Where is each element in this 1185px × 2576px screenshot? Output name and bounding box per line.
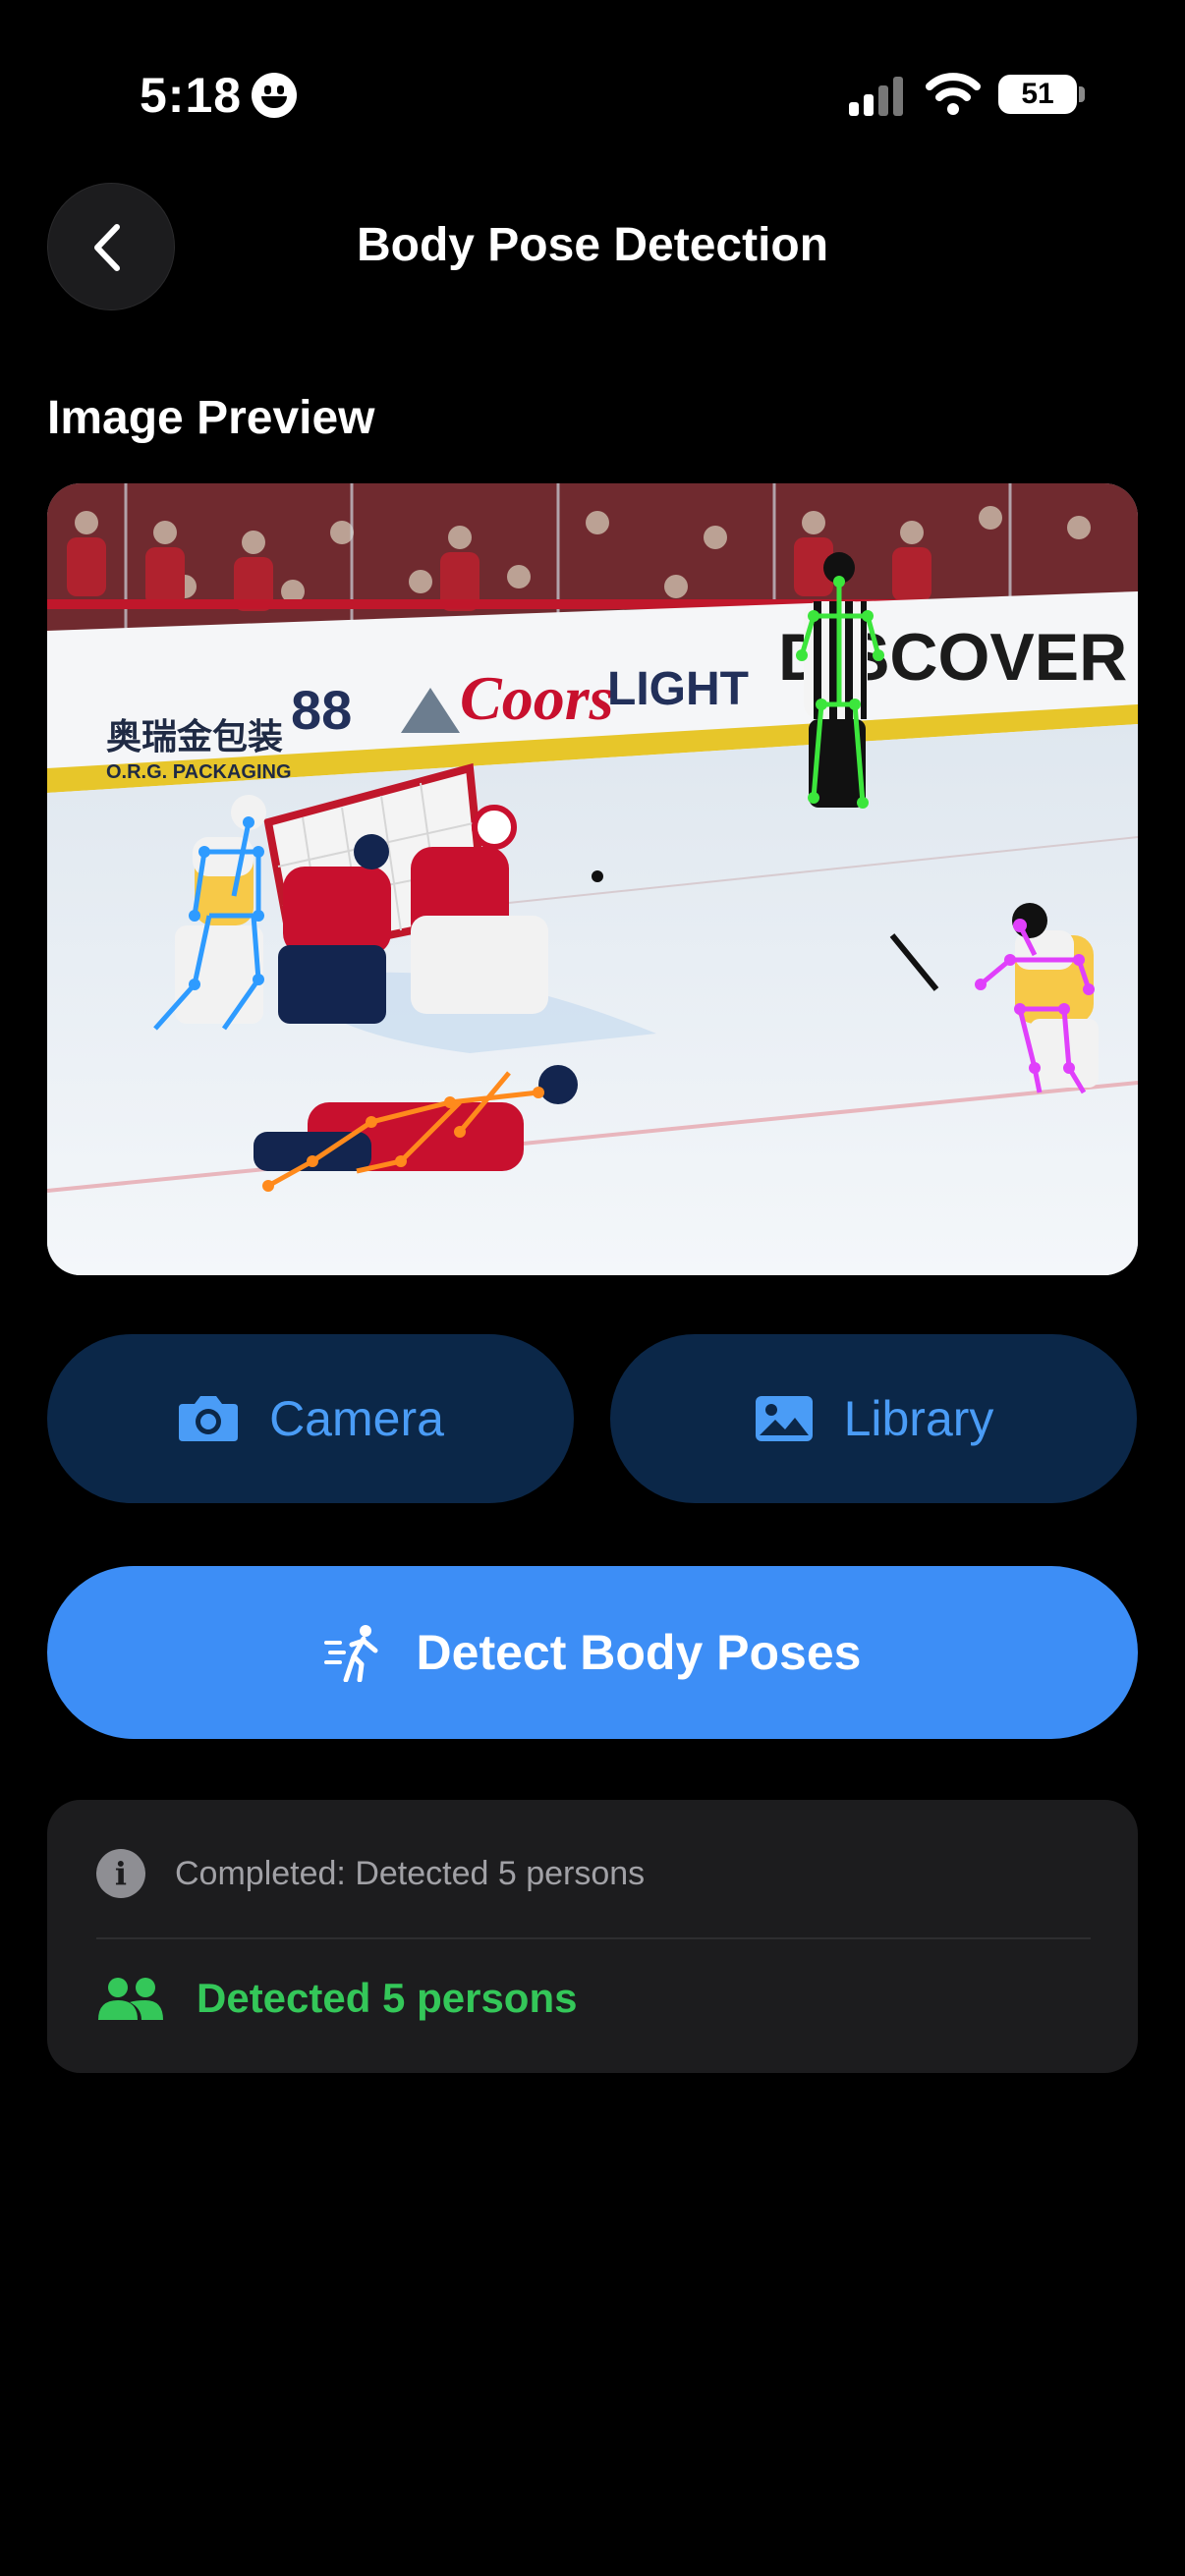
- banner-brand-cn: 奥瑞金包装: [106, 716, 283, 757]
- cellular-signal-icon: [849, 71, 904, 116]
- battery-indicator: 51: [998, 75, 1077, 114]
- library-button-label: Library: [843, 1391, 994, 1446]
- detect-button-label: Detect Body Poses: [416, 1625, 862, 1680]
- camera-button-label: Camera: [269, 1391, 444, 1446]
- image-preview-label: Image Preview: [47, 392, 375, 444]
- photo-icon: [754, 1394, 815, 1443]
- info-icon: i: [96, 1849, 145, 1898]
- status-text: Completed: Detected 5 persons: [175, 1854, 646, 1892]
- camera-button[interactable]: Camera: [47, 1334, 574, 1503]
- banner-light: LIGHT: [607, 663, 749, 715]
- page-title: Body Pose Detection: [356, 219, 829, 271]
- status-time: 5:18: [140, 68, 243, 123]
- running-figure-icon: [323, 1623, 387, 1682]
- detection-count-row: Detected 5 persons: [96, 1975, 577, 2022]
- detection-count-text: Detected 5 persons: [197, 1975, 578, 2021]
- status-bar: 5:18 51: [0, 0, 1185, 177]
- divider: [96, 1937, 1091, 1939]
- camera-icon: [177, 1394, 240, 1443]
- battery-tip: [1079, 86, 1085, 102]
- wifi-icon: [926, 73, 981, 115]
- library-button[interactable]: Library: [610, 1334, 1137, 1503]
- image-preview: 奥瑞金包装 O.R.G. PACKAGING 88 Coors LIGHT DI…: [47, 483, 1138, 1275]
- banner-number: 88: [291, 679, 352, 741]
- detect-body-poses-button[interactable]: Detect Body Poses: [47, 1566, 1138, 1739]
- hockey-photo: 奥瑞金包装 O.R.G. PACKAGING 88 Coors LIGHT DI…: [47, 483, 1138, 1275]
- banner-coors: Coors: [460, 663, 614, 733]
- people-icon: [96, 1977, 165, 2020]
- focus-smiley-icon: [252, 73, 297, 118]
- result-card: i Completed: Detected 5 persons Detected…: [47, 1800, 1138, 2073]
- status-row: i Completed: Detected 5 persons: [96, 1849, 645, 1898]
